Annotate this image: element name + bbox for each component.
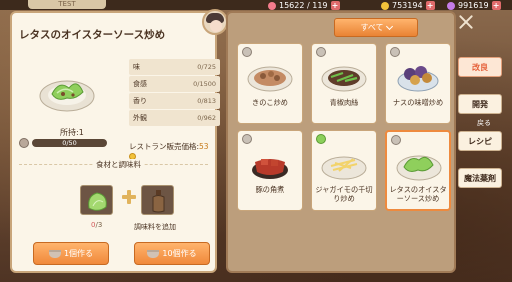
recipe-card-mushroom[interactable]: きのこ炒め (237, 43, 303, 124)
mushroom-stirfry-icon (247, 66, 293, 92)
stamina-value: 15622 / 119 (279, 1, 328, 10)
add-seasoning-label: 調味料を追加 (134, 223, 176, 231)
stat-taste: 味 0/725 (129, 59, 220, 75)
stats-list: 味 0/725 食感 0/1500 香り 0/813 外観 0/962 (129, 59, 220, 127)
eggplant-miso-icon (397, 66, 439, 92)
price-value: 53 (199, 142, 209, 151)
dish-image (39, 80, 95, 112)
ingredients-section-label: 食材と調味料 (93, 159, 144, 170)
stat-value: 0/813 (197, 97, 216, 105)
recipe-card-eggplant[interactable]: ナスの味噌炒め (385, 43, 451, 124)
sidebar-develop[interactable]: 開発 (458, 94, 502, 114)
cook-1-button[interactable]: 1個作る (33, 242, 109, 265)
level-badge-icon (316, 47, 326, 57)
chevron-down-icon (385, 22, 393, 30)
gem-display: 991619 + (447, 0, 501, 11)
exp-progress-bar: 0/50 (32, 138, 107, 147)
level-badge-icon (19, 137, 29, 148)
owned-count: 所持:1 (60, 128, 84, 137)
recipe-name: 青椒肉絲 (329, 98, 359, 107)
coin-display: 753194 + (381, 0, 435, 11)
heart-icon (268, 1, 276, 10)
stat-label: 香り (133, 97, 147, 105)
braised-pork-icon (252, 159, 288, 179)
recipe-name: レタスのオイスターソース炒め (389, 185, 447, 203)
add-stamina-button[interactable]: + (330, 1, 340, 10)
top-tab-label: TEST (28, 0, 106, 9)
add-coin-button[interactable]: + (425, 1, 435, 10)
add-gem-button[interactable]: + (491, 1, 501, 10)
chef-face (210, 20, 222, 32)
close-icon[interactable] (456, 12, 476, 32)
stat-label: 食感 (133, 80, 147, 88)
stat-value: 0/1500 (193, 80, 216, 88)
cook-10-button[interactable]: 10個作る (134, 242, 210, 265)
pepper-steak-icon (321, 66, 367, 92)
stat-label: 味 (133, 63, 140, 71)
gem-icon (447, 1, 455, 10)
seasoning-slot[interactable] (141, 185, 174, 215)
coin-value: 753194 (392, 1, 423, 10)
exp-row: 0/50 (19, 137, 107, 148)
stat-appearance: 外観 0/962 (129, 110, 220, 126)
dish-title: レタスのオイスターソース炒め (19, 29, 166, 41)
recipe-name: 豚の角煮 (255, 185, 285, 194)
level-badge-icon (242, 134, 252, 144)
ingredient-count: 0/3 (91, 221, 102, 229)
seasoning-bottle-icon (152, 190, 165, 213)
level-badge-icon (391, 135, 401, 145)
sidebar-recipe[interactable]: レシピ (458, 131, 502, 151)
level-badge-icon (242, 47, 252, 57)
pot-icon (48, 249, 61, 258)
lettuce-oyster-icon (396, 155, 442, 181)
sidebar-improve[interactable]: 改良 (458, 57, 502, 77)
leaf-badge-icon (316, 134, 326, 144)
cook-1-label: 1個作る (63, 249, 94, 258)
exp-value: 0/50 (62, 138, 77, 147)
recipe-name: ナスの味噌炒め (392, 98, 444, 107)
sale-price: レストラン販売価格:53 (129, 141, 215, 161)
stat-value: 0/962 (197, 114, 216, 122)
ingredient-need: /3 (95, 221, 103, 229)
price-label: レストラン販売価格: (129, 142, 200, 151)
recipe-card-lettuce-oyster[interactable]: レタスのオイスターソース炒め (385, 130, 451, 211)
plus-icon (122, 190, 136, 204)
recipe-card-potato-strips[interactable]: ジャガイモの千切り炒め (311, 130, 377, 211)
cook-10-label: 10個作る (162, 249, 197, 258)
stat-label: 外観 (133, 114, 147, 122)
lettuce-icon (88, 192, 107, 211)
recipe-card-pepper-steak[interactable]: 青椒肉絲 (311, 43, 377, 124)
back-label[interactable]: 戻る (477, 118, 491, 128)
coin-icon (381, 1, 389, 10)
filter-label: すべて (360, 23, 384, 32)
recipe-card-braised-pork[interactable]: 豚の角煮 (237, 130, 303, 211)
potato-strips-icon (321, 156, 367, 180)
recipe-list-panel: すべて きのこ炒め 青椒肉絲 ナスの味噌炒め 豚の角煮 ジャガイモの千切り炒め … (226, 11, 456, 273)
dish-detail-panel: レタスのオイスターソース炒め 味 0/725 食感 0/1500 香り 0/813 外… (10, 9, 228, 273)
stamina-display: 15622 / 119 + (268, 0, 340, 11)
recipe-name: ジャガイモの千切り炒め (315, 185, 373, 203)
chef-avatar[interactable] (202, 9, 228, 35)
stat-value: 0/725 (197, 63, 216, 71)
stat-texture: 食感 0/1500 (129, 76, 220, 92)
ingredient-slot-lettuce[interactable] (80, 185, 113, 215)
sidebar-magic-potion[interactable]: 魔法薬剤 (458, 168, 502, 188)
stat-aroma: 香り 0/813 (129, 93, 220, 109)
recipe-name: きのこ炒め (252, 98, 288, 107)
gem-value: 991619 (458, 1, 489, 10)
pot-icon (147, 249, 160, 258)
filter-dropdown[interactable]: すべて (334, 18, 418, 37)
level-badge-icon (390, 47, 400, 57)
